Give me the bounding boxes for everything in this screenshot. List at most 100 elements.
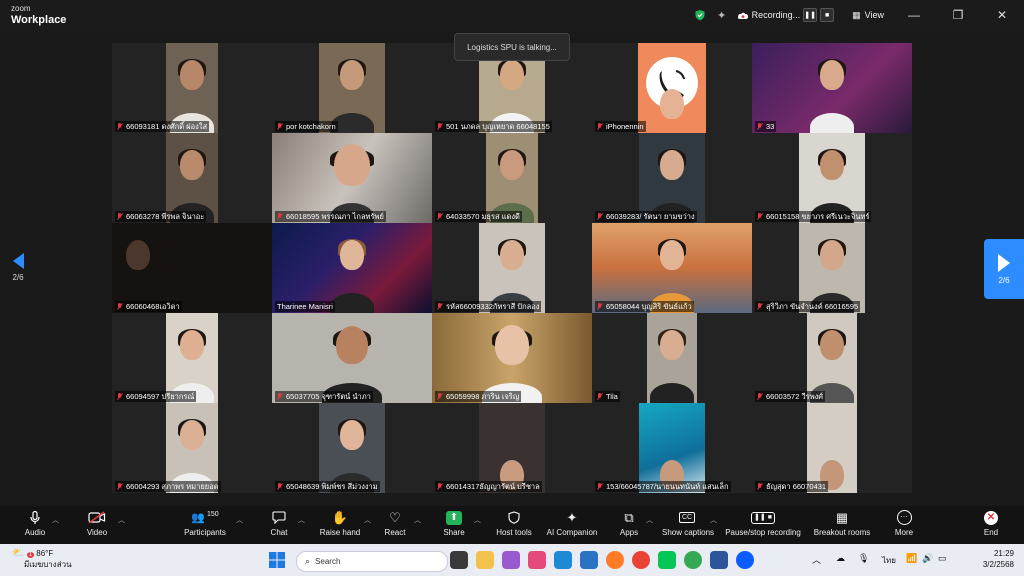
- chat-button[interactable]: Chat: [266, 509, 292, 537]
- end-button[interactable]: ✕ End: [980, 509, 1002, 537]
- chat-icon: [266, 509, 292, 526]
- edge-icon[interactable]: [554, 551, 572, 569]
- shield-check-icon[interactable]: [693, 8, 707, 22]
- taskbar-search[interactable]: ⌕ Search: [296, 551, 448, 572]
- participants-options-chevron-icon[interactable]: ︿: [236, 515, 243, 525]
- breakout-rooms-button[interactable]: ▦ Breakout rooms: [812, 509, 872, 538]
- apps-button[interactable]: ⧉ Apps: [618, 509, 640, 538]
- mic-muted-icon: [117, 122, 123, 131]
- store-icon[interactable]: [580, 551, 598, 569]
- task-view-icon[interactable]: [450, 551, 468, 569]
- language-indicator[interactable]: ไทย: [882, 554, 896, 567]
- participant-tile[interactable]: 66039283/ รัตนา ยามขว่าง: [592, 133, 752, 223]
- audio-button[interactable]: Audio: [18, 509, 52, 537]
- participant-tile[interactable]: 66014317ธัญญารัตน์ บรีชาล: [432, 403, 592, 493]
- mic-muted-icon: [437, 212, 443, 221]
- participant-tile[interactable]: 66093181 ดงศักดิ์ ผ่องใส: [112, 43, 272, 133]
- participant-tile[interactable]: 153/66045787/นายนนทนันท์ แสนเล็ก: [592, 403, 752, 493]
- participant-tile[interactable]: 66003572 วีรพงศ์: [752, 313, 912, 403]
- participant-name: 65048639 พิมพ์ชร สีม่วงงาม: [286, 482, 378, 491]
- firefox-icon[interactable]: [606, 551, 624, 569]
- react-button[interactable]: ♡ React: [382, 509, 408, 538]
- raise-hand-options-chevron-icon[interactable]: ︿: [364, 515, 371, 525]
- participant-video: [112, 223, 272, 313]
- share-options-chevron-icon[interactable]: ︿: [474, 515, 481, 525]
- zoom-icon[interactable]: [736, 551, 754, 569]
- battery-icon[interactable]: ▭: [938, 553, 947, 564]
- recording-indicator[interactable]: Recording... ❚❚ ■: [737, 8, 835, 22]
- share-button[interactable]: ⬆ Share: [440, 509, 468, 537]
- participant-tile[interactable]: รหัส66009332กัทราสี ปักลอง: [432, 223, 592, 313]
- weather-widget[interactable]: ⛅ 1 86°F มีเมฆบางส่วน: [12, 549, 72, 570]
- wifi-icon[interactable]: 📶: [906, 553, 917, 564]
- chat-options-chevron-icon[interactable]: ︿: [298, 515, 305, 525]
- view-label: View: [864, 10, 884, 20]
- chrome-profile-icon[interactable]: [684, 551, 702, 569]
- participant-video: [166, 133, 218, 223]
- tray-mic-icon[interactable]: 🎙: [858, 553, 869, 564]
- volume-icon[interactable]: 🔊: [922, 553, 933, 564]
- onedrive-icon[interactable]: ☁: [836, 553, 845, 564]
- host-tools-label: Host tools: [496, 528, 532, 537]
- mic-muted-icon: [277, 392, 283, 401]
- video-options-chevron-icon[interactable]: ︿: [118, 515, 125, 525]
- brand-small: zoom: [11, 4, 31, 13]
- video-button[interactable]: Video: [82, 509, 112, 537]
- raise-hand-button[interactable]: ✋ Raise hand: [318, 509, 362, 538]
- tray-chevron-icon[interactable]: ︿: [812, 553, 821, 566]
- word-icon[interactable]: [710, 551, 728, 569]
- participant-tile[interactable]: สุริวิภา ขันจำนงค์ 66016595: [752, 223, 912, 313]
- participant-tile[interactable]: Tila: [592, 313, 752, 403]
- participant-tile[interactable]: Tharinee Manisri: [272, 223, 432, 313]
- next-page-button[interactable]: 2/6: [984, 239, 1024, 299]
- pause-stop-recording-button[interactable]: ❚❚ ■ Pause/stop recording: [724, 509, 802, 537]
- more-button[interactable]: ··· More: [892, 509, 916, 537]
- pause-recording-icon[interactable]: ❚❚: [803, 8, 818, 22]
- react-options-chevron-icon[interactable]: ︿: [414, 515, 421, 525]
- participant-tile[interactable]: 66015158 ขยาภร ศรีเนวะจินทร์: [752, 133, 912, 223]
- participant-tile[interactable]: 33: [752, 43, 912, 133]
- participant-tile[interactable]: 66060468เอวิดา: [112, 223, 272, 313]
- participant-tile[interactable]: 66004293 สุภาพร หมายยอด: [112, 403, 272, 493]
- photos-icon[interactable]: [528, 551, 546, 569]
- participant-tile[interactable]: por kotchakorn: [272, 43, 432, 133]
- participant-tile[interactable]: 65058044 บุญสิริ ขันธ์แก้ว: [592, 223, 752, 313]
- sparkle-icon: ✦: [566, 509, 578, 525]
- audio-options-chevron-icon[interactable]: ︿: [52, 515, 59, 525]
- participant-tile[interactable]: 66094597 ปรียากรณ์: [112, 313, 272, 403]
- participant-tile[interactable]: ธัญสุดา 66070431: [752, 403, 912, 493]
- participant-video: [479, 223, 545, 313]
- participant-tile[interactable]: 65059998 ภาริน เจริญ: [432, 313, 592, 403]
- file-explorer-icon[interactable]: [476, 551, 494, 569]
- mic-muted-icon: [277, 482, 283, 491]
- host-tools-button[interactable]: Host tools: [494, 509, 534, 537]
- stop-recording-icon[interactable]: ■: [820, 8, 835, 22]
- participant-tile[interactable]: 66018595 พรรณภา ไกลทรัพย์: [272, 133, 432, 223]
- previous-page-button[interactable]: 2/6: [6, 253, 30, 303]
- copilot-icon[interactable]: [502, 551, 520, 569]
- apps-label: Apps: [619, 528, 639, 537]
- heart-icon: ♡: [389, 509, 401, 525]
- clock[interactable]: 21:29 3/2/2568: [983, 548, 1014, 570]
- show-captions-button[interactable]: CC Show captions: [662, 509, 714, 537]
- participant-tile[interactable]: 65037705 จุฑารัตน์ นำภา: [272, 313, 432, 403]
- ai-sparkle-icon[interactable]: ✦: [715, 8, 729, 22]
- participant-name-label: 66014317ธัญญารัตน์ บรีชาล: [435, 481, 542, 492]
- participant-tile[interactable]: 65048639 พิมพ์ชร สีม่วงงาม: [272, 403, 432, 493]
- participant-tile[interactable]: iPhonennin: [592, 43, 752, 133]
- start-button[interactable]: [268, 551, 286, 569]
- apps-options-chevron-icon[interactable]: ︿: [646, 515, 653, 525]
- restore-button[interactable]: ❐: [936, 0, 980, 30]
- participant-tile[interactable]: 64033570 มธุรส แดงดี: [432, 133, 592, 223]
- participants-button[interactable]: 👥 150 Participants: [180, 509, 230, 537]
- ai-companion-button[interactable]: ✦ AI Companion: [546, 509, 598, 538]
- view-grid-icon: ▦: [852, 9, 861, 20]
- view-button[interactable]: ▦ View: [852, 10, 884, 21]
- line-icon[interactable]: [658, 551, 676, 569]
- chrome-icon[interactable]: [632, 551, 650, 569]
- participant-name-label: 66060468เอวิดา: [115, 301, 182, 312]
- close-button[interactable]: ✕: [980, 0, 1024, 30]
- captions-options-chevron-icon[interactable]: ︿: [710, 515, 717, 525]
- minimize-button[interactable]: —: [892, 0, 936, 30]
- participant-tile[interactable]: 66063278 พีรพล จินาอะ: [112, 133, 272, 223]
